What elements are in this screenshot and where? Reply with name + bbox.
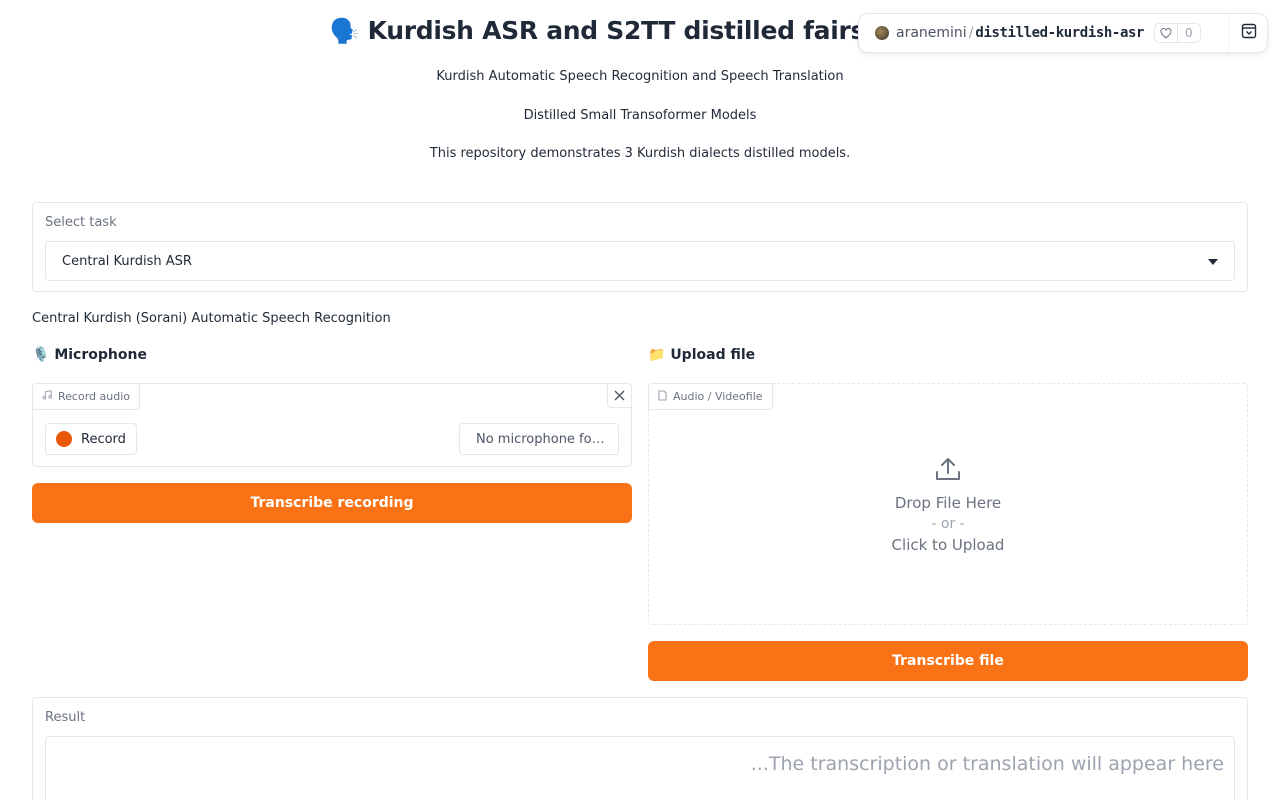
- drop-file-text: Drop File Here: [894, 494, 1002, 512]
- upload-icon: [935, 458, 961, 486]
- result-label: Result: [45, 710, 86, 725]
- music-note-icon: [42, 390, 52, 403]
- upload-prompt: Drop File Here - or - Click to Upload: [649, 456, 1247, 554]
- record-dot-icon: [56, 431, 72, 447]
- heart-icon: [1155, 24, 1179, 42]
- transcribe-file-button[interactable]: Transcribe file: [648, 641, 1248, 681]
- task-dropdown-value: Central Kurdish ASR: [62, 253, 192, 269]
- microphone-heading: 🎙️ Microphone: [32, 347, 147, 363]
- clear-audio-button[interactable]: [607, 383, 632, 408]
- space-repo-link[interactable]: distilled-kurdish-asr: [975, 25, 1144, 41]
- record-button[interactable]: Record: [45, 423, 137, 455]
- collapse-button[interactable]: [1230, 13, 1268, 53]
- task-dropdown[interactable]: Central Kurdish ASR: [45, 241, 1235, 281]
- speaking-head-icon: 🗣️: [329, 17, 360, 45]
- record-audio-tag: Record audio: [32, 383, 140, 410]
- task-panel: Select task Central Kurdish ASR: [32, 202, 1248, 292]
- file-icon: [658, 389, 667, 404]
- subtitle-line-1: Kurdish Automatic Speech Recognition and…: [436, 69, 844, 84]
- transcribe-recording-button[interactable]: Transcribe recording: [32, 483, 632, 523]
- upload-heading: 📁 Upload file: [648, 347, 755, 363]
- caret-down-icon: [1208, 254, 1218, 269]
- microphone-icon: 🎙️: [32, 347, 50, 363]
- collapse-icon: [1241, 23, 1257, 43]
- path-separator: /: [968, 25, 974, 41]
- upload-tag: Audio / Videofile: [648, 383, 773, 410]
- space-badge: aranemini / distilled-kurdish-asr 0: [858, 13, 1231, 53]
- avatar[interactable]: [875, 26, 889, 40]
- upload-dropzone[interactable]: Audio / Videofile Drop File Here - or - …: [648, 383, 1248, 625]
- result-panel: Result ...The transcription or translati…: [32, 697, 1248, 800]
- space-owner-link[interactable]: aranemini: [896, 25, 967, 41]
- subtitle-line-3: This repository demonstrates 3 Kurdish d…: [429, 146, 851, 161]
- close-icon: [614, 386, 625, 405]
- subtitle-line-2: Distilled Small Transoformer Models: [523, 108, 757, 123]
- click-upload-text: Click to Upload: [891, 536, 1005, 554]
- record-audio-box: Record audio Record No microphone fo…: [32, 383, 632, 467]
- task-description: Central Kurdish (Sorani) Automatic Speec…: [32, 311, 391, 326]
- upload-heading-text: Upload file: [670, 347, 756, 363]
- or-text: - or -: [931, 516, 965, 532]
- folder-icon: 📁: [648, 347, 666, 363]
- microphone-device-select[interactable]: No microphone fo…: [459, 423, 619, 455]
- record-button-label: Record: [81, 431, 126, 447]
- record-audio-tag-label: Record audio: [58, 390, 130, 403]
- like-count: 0: [1185, 26, 1193, 40]
- result-textarea[interactable]: ...The transcription or translation will…: [45, 736, 1235, 800]
- task-label: Select task: [45, 215, 117, 230]
- like-button[interactable]: 0: [1154, 23, 1201, 43]
- upload-tag-label: Audio / Videofile: [673, 390, 763, 403]
- microphone-heading-text: Microphone: [54, 347, 147, 363]
